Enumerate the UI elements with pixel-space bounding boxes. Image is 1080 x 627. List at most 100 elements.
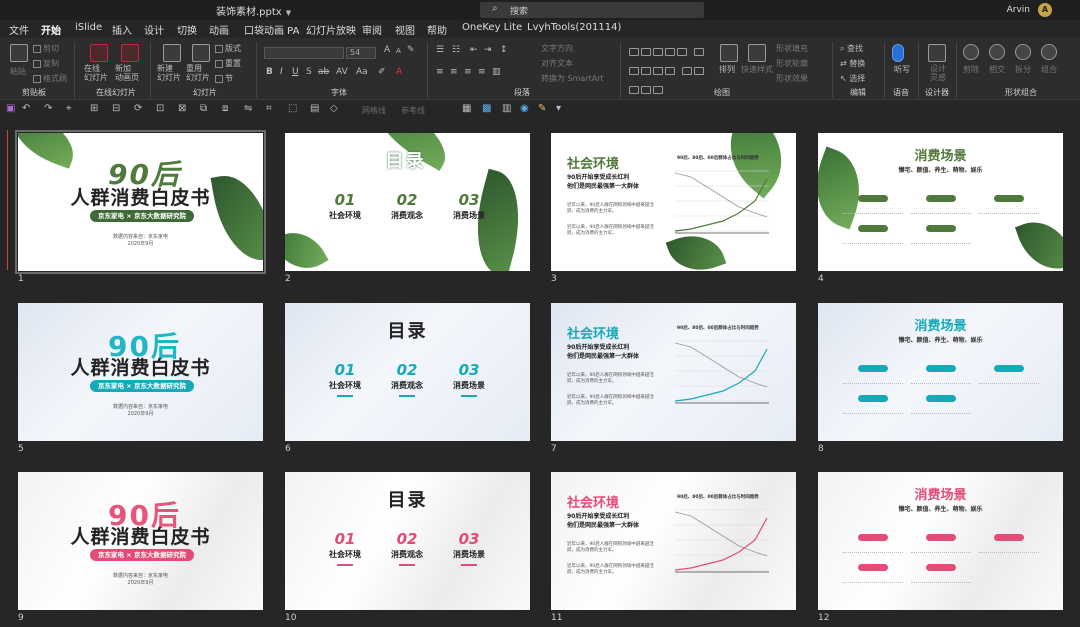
gridlines-checkbox[interactable]: 网格线 bbox=[362, 105, 386, 116]
tab-home[interactable]: 开始 bbox=[41, 22, 61, 40]
tab-file[interactable]: 文件 bbox=[9, 22, 29, 37]
cut-button[interactable]: 剪切 bbox=[33, 43, 59, 54]
tab-animations[interactable]: 动画 bbox=[209, 22, 229, 37]
align-text-button[interactable]: 对齐文本 bbox=[541, 58, 573, 69]
design-ideas-button[interactable]: 设计 灵感 bbox=[930, 64, 946, 82]
slide-thumbnail[interactable]: 消费场景 懒宅、颜值、养生、萌物、娱乐 bbox=[818, 133, 1063, 271]
toc-item[interactable]: 02 消费观念 bbox=[377, 361, 437, 397]
bring-forward-icon[interactable]: ⧉ bbox=[200, 103, 207, 114]
slide-thumbnail[interactable]: 社会环境 90后开始享受成长红利 他们是网民最强第一大群体 近年以来，90后人群在网… bbox=[551, 303, 796, 441]
bold-icon[interactable]: B bbox=[266, 67, 273, 77]
italic-icon[interactable]: I bbox=[280, 67, 283, 77]
dictate-button[interactable]: 听写 bbox=[894, 64, 910, 75]
size-icon[interactable]: ⬚ bbox=[288, 103, 297, 114]
intersect-shape-button[interactable]: 相交 bbox=[989, 64, 1005, 75]
tab-lvyhtools[interactable]: LvyhTools(201114) bbox=[527, 22, 621, 33]
copy-button[interactable]: 复制 bbox=[33, 58, 59, 69]
search-box[interactable]: ⌕ 搜索 bbox=[480, 2, 704, 18]
align-icon[interactable]: ⊡ bbox=[156, 103, 164, 114]
tab-view[interactable]: 视图 bbox=[395, 22, 415, 37]
slide-thumbnail[interactable]: 社会环境 90后开始享受成长红利 他们是网民最强第一大群体 近年以来，90后人群在网… bbox=[551, 133, 796, 271]
spacing-icon[interactable]: AV bbox=[336, 67, 348, 77]
slide-thumbnail[interactable]: 目录 01 社会环境 02 消费观念 03 消费场景 bbox=[285, 303, 530, 441]
font-color-icon[interactable]: A bbox=[396, 67, 402, 77]
fragment-shape-icon[interactable] bbox=[1015, 44, 1031, 60]
distribute-icon[interactable]: ⊠ bbox=[178, 103, 186, 114]
smartart-button[interactable]: 转换为 SmartArt bbox=[541, 73, 604, 84]
toc-item[interactable]: 03 消费场景 bbox=[439, 530, 499, 566]
slide-thumbnail[interactable]: 消费场景 懒宅、颜值、养生、萌物、娱乐 bbox=[818, 472, 1063, 610]
customize-icon[interactable]: ▾ bbox=[556, 103, 561, 114]
paste-icon[interactable] bbox=[10, 44, 28, 62]
columns-icon[interactable]: ▥ bbox=[492, 67, 501, 77]
shadow-icon[interactable]: S bbox=[306, 67, 312, 77]
slide-thumbnail[interactable]: 社会环境 90后开始享受成长红利 他们是网民最强第一大群体 近年以来，90后人群在网… bbox=[551, 472, 796, 610]
user-name[interactable]: Arvin bbox=[1007, 5, 1030, 15]
undo-icon[interactable]: ↶ bbox=[22, 103, 30, 114]
quick-styles-button[interactable]: 快速样式 bbox=[741, 64, 773, 75]
clear-format-icon[interactable]: ✎ bbox=[407, 45, 415, 55]
toc-item[interactable]: 02 消费观念 bbox=[377, 530, 437, 566]
align-left-icon[interactable]: ≡ bbox=[436, 67, 444, 77]
save-icon[interactable]: ▣ bbox=[6, 103, 15, 114]
decrease-indent-icon[interactable]: ⇤ bbox=[470, 45, 478, 55]
increase-indent-icon[interactable]: ⇥ bbox=[484, 45, 492, 55]
reuse-slides-icon[interactable] bbox=[192, 44, 210, 62]
decrease-font-icon[interactable]: A bbox=[396, 47, 401, 55]
send-back-icon[interactable]: ⧈ bbox=[222, 103, 228, 114]
flip-icon[interactable]: ⇋ bbox=[244, 103, 252, 114]
online-slides-button[interactable]: 在线 幻灯片 bbox=[84, 64, 108, 82]
tab-pocket-animation[interactable]: 口袋动画 PA bbox=[244, 22, 299, 37]
toc-item[interactable]: 01 社会环境 bbox=[315, 361, 375, 397]
image-icon[interactable]: ▩ bbox=[482, 103, 491, 114]
online-slides-icon[interactable] bbox=[90, 44, 108, 62]
justify-icon[interactable]: ≡ bbox=[478, 67, 486, 77]
replace-button[interactable]: ⇄ 替换 bbox=[840, 58, 865, 69]
slide-thumbnail[interactable]: 90后 人群消费白皮书 京东家电 × 京东大数据研究院 数据内容来自：京东家电 2020… bbox=[18, 303, 263, 441]
tab-islide[interactable]: iSlide bbox=[75, 22, 102, 33]
combine-shape-button[interactable]: 组合 bbox=[1041, 64, 1057, 75]
toc-item[interactable]: 03 消费场景 bbox=[439, 361, 499, 397]
tab-design[interactable]: 设计 bbox=[144, 22, 164, 37]
paste-button[interactable]: 粘贴 bbox=[10, 66, 26, 77]
line-spacing-icon[interactable]: ↕ bbox=[500, 45, 508, 55]
case-icon[interactable]: Aa bbox=[356, 67, 368, 77]
toc-item[interactable]: 02 消费观念 bbox=[377, 191, 437, 221]
group-icon[interactable]: ⊞ bbox=[90, 103, 98, 114]
toc-item[interactable]: 01 社会环境 bbox=[315, 191, 375, 221]
pointer-icon[interactable]: ⌖ bbox=[66, 103, 72, 114]
toc-item[interactable]: 03 消费场景 bbox=[439, 191, 499, 221]
bullets-icon[interactable]: ☰ bbox=[436, 45, 444, 55]
slide-thumbnail[interactable]: 目录 01 社会环境 02 消费观念 03 消费场景 bbox=[285, 472, 530, 610]
color-picker-icon[interactable]: ◉ bbox=[520, 103, 529, 114]
fragment-shape-button[interactable]: 拆分 bbox=[1015, 64, 1031, 75]
rotate-icon[interactable]: ⟳ bbox=[134, 103, 142, 114]
font-size-select[interactable]: 54 bbox=[346, 47, 376, 59]
quick-styles-icon[interactable] bbox=[748, 44, 766, 62]
section-button[interactable]: 节 bbox=[215, 73, 233, 84]
new-animation-page-icon[interactable] bbox=[121, 44, 139, 62]
shape-outline-button[interactable]: 形状轮廓 bbox=[776, 58, 808, 69]
intersect-shape-icon[interactable] bbox=[989, 44, 1005, 60]
new-slide-button[interactable]: 新建 幻灯片 bbox=[157, 64, 181, 82]
arrange-icon[interactable] bbox=[720, 44, 738, 62]
crop-icon[interactable]: ⌗ bbox=[266, 103, 272, 114]
align-center-icon[interactable]: ≡ bbox=[450, 67, 458, 77]
subtract-shape-button[interactable]: 剪除 bbox=[963, 64, 979, 75]
shapes-gallery[interactable] bbox=[628, 42, 708, 94]
slide-thumbnail[interactable]: 目录 01 社会环境 02 消费观念 03 消费场景 bbox=[285, 133, 530, 271]
shape-icon[interactable]: ◇ bbox=[330, 103, 338, 114]
font-name-select[interactable] bbox=[264, 47, 344, 59]
reset-button[interactable]: 重置 bbox=[215, 58, 241, 69]
select-button[interactable]: ↖ 选择 bbox=[840, 73, 865, 84]
toc-item[interactable]: 01 社会环境 bbox=[315, 530, 375, 566]
tab-transitions[interactable]: 切换 bbox=[177, 22, 197, 37]
text-box-icon[interactable]: ▤ bbox=[310, 103, 319, 114]
align-right-icon[interactable]: ≡ bbox=[464, 67, 472, 77]
tab-slideshow[interactable]: 幻灯片放映 bbox=[306, 22, 356, 37]
arrange-button[interactable]: 排列 bbox=[719, 64, 735, 75]
tab-help[interactable]: 帮助 bbox=[427, 22, 447, 37]
redo-icon[interactable]: ↷ bbox=[44, 103, 52, 114]
slide-thumbnail[interactable]: 90后 人群消费白皮书 京东家电 × 京东大数据研究院 数据内容来自：京东家电 2020… bbox=[15, 130, 266, 274]
find-button[interactable]: ⌕ 查找 bbox=[840, 43, 863, 54]
